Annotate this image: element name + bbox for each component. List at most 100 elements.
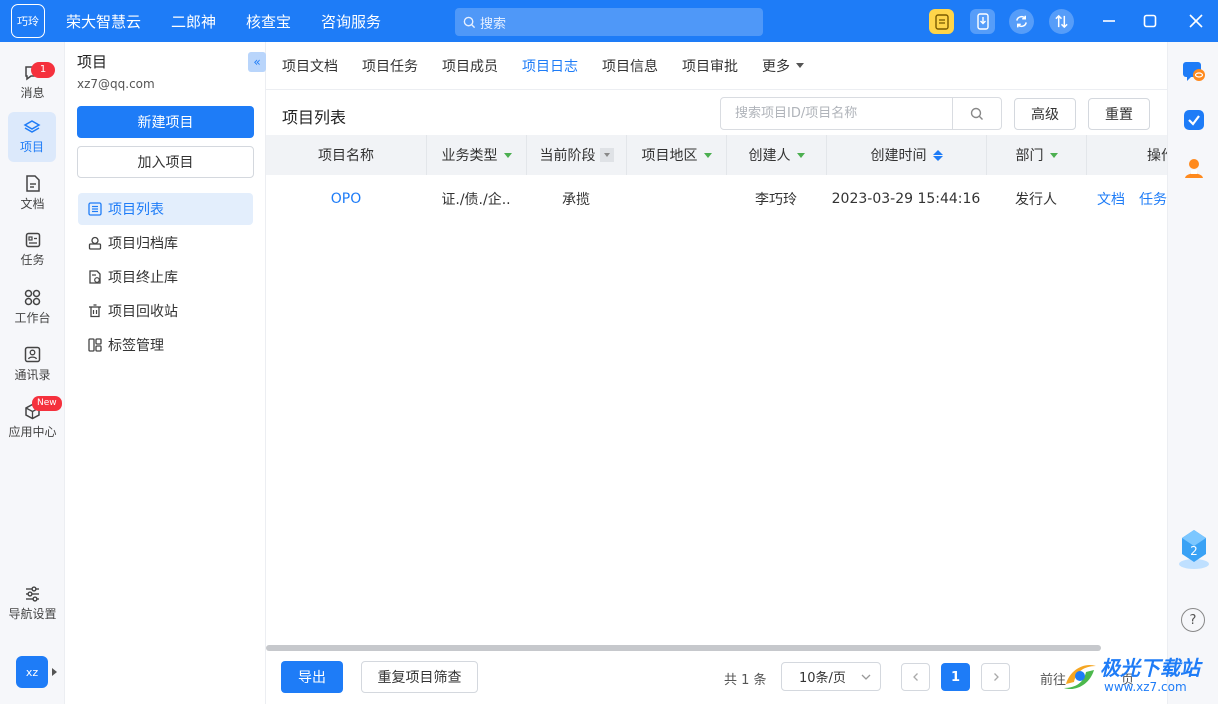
chevron-left-icon	[912, 673, 918, 681]
menu-item-recycle-bin[interactable]: 项目回收站	[78, 295, 253, 327]
menu-label-archive: 项目归档库	[108, 236, 178, 252]
tab-project-docs[interactable]: 项目文档	[282, 56, 338, 76]
total-count: 共 1 条	[724, 673, 767, 688]
col-label: 操作	[1147, 148, 1167, 164]
rail-item-app-center[interactable]: 应用中心 New	[0, 396, 65, 446]
col-department[interactable]: 部门	[986, 135, 1086, 175]
tab-project-approval[interactable]: 项目审批	[682, 56, 738, 76]
maximize-icon[interactable]	[1140, 11, 1160, 31]
project-search-field[interactable]: 搜索项目ID/项目名称	[720, 97, 1002, 130]
search-icon	[970, 107, 983, 120]
menu-item-project-list[interactable]: 项目列表	[78, 193, 253, 225]
cell-creator: 李巧玲	[755, 192, 797, 208]
rail-item-messages[interactable]: 消息 1	[0, 58, 65, 108]
col-business-type[interactable]: 业务类型	[426, 135, 526, 175]
prev-page-button[interactable]	[901, 663, 930, 691]
rail-label-contacts: 通讯录	[14, 367, 51, 382]
rail-item-documents[interactable]: 文档	[0, 168, 65, 218]
panel-title: 项目	[77, 53, 108, 71]
filter-icon[interactable]	[503, 152, 512, 158]
mobile-download-icon[interactable]	[970, 9, 995, 34]
tab-project-tasks[interactable]: 项目任务	[362, 56, 418, 76]
rail-label-nav-settings: 导航设置	[8, 606, 57, 621]
col-creator[interactable]: 创建人	[726, 135, 826, 175]
global-search-input[interactable]: 搜索	[455, 8, 763, 36]
col-current-stage[interactable]: 当前阶段	[526, 135, 626, 175]
shield-check-icon[interactable]	[1182, 108, 1206, 132]
duplicate-check-button[interactable]: 重复项目筛查	[361, 661, 478, 693]
filter-icon[interactable]	[1049, 152, 1058, 158]
list-title: 项目列表	[282, 108, 347, 127]
col-label: 部门	[1015, 148, 1044, 164]
rail-label-tasks: 任务	[20, 253, 45, 267]
horizontal-scrollbar[interactable]	[266, 645, 1101, 651]
help-icon[interactable]: ?	[1181, 608, 1205, 632]
export-button[interactable]: 导出	[281, 661, 343, 693]
filter-icon[interactable]	[703, 152, 712, 158]
cell-current-stage: 承揽	[562, 192, 590, 208]
cell-region	[626, 175, 726, 223]
filter-icon[interactable]	[599, 148, 614, 162]
col-region[interactable]: 项目地区	[626, 135, 726, 175]
menu-item-archive[interactable]: 项目归档库	[78, 227, 253, 259]
transfer-icon[interactable]	[1049, 9, 1074, 34]
current-page[interactable]: 1	[941, 663, 970, 691]
table-footer: 导出 重复项目筛查 共 1 条 10条/页 1 前往 页	[266, 654, 1167, 704]
new-project-button[interactable]: 新建项目	[77, 106, 254, 138]
rail-item-projects[interactable]: 项目	[8, 112, 56, 162]
contact-person-icon[interactable]	[1182, 156, 1206, 180]
tab-more[interactable]: 更多	[762, 56, 804, 76]
advanced-search-button[interactable]: 高级	[1014, 98, 1076, 130]
action-tasks-link[interactable]: 任务	[1139, 189, 1167, 209]
watermark-title: 极光下载站	[1100, 656, 1200, 680]
rail-item-contacts[interactable]: 通讯录	[0, 339, 65, 389]
menu-item-terminated[interactable]: 项目终止库	[78, 261, 253, 293]
topnav-item-erlangshen[interactable]: 二郎神	[171, 11, 216, 32]
task-icon	[25, 232, 40, 248]
chat-video-icon[interactable]	[1182, 60, 1206, 84]
app-logo[interactable]: 巧玲	[11, 4, 45, 38]
join-project-button[interactable]: 加入项目	[77, 146, 254, 178]
grid-icon	[24, 289, 41, 305]
collapse-panel-icon[interactable]: «	[248, 52, 266, 72]
cell-business-type: 证./债./企..	[441, 192, 511, 208]
menu-label-project-list: 项目列表	[108, 202, 164, 218]
sync-icon[interactable]	[1009, 9, 1034, 34]
tab-project-members[interactable]: 项目成员	[442, 56, 498, 76]
terminated-doc-icon	[89, 270, 101, 284]
assistant-mascot-icon[interactable]: 2	[1176, 528, 1212, 572]
col-created-time[interactable]: 创建时间	[826, 135, 986, 175]
filter-icon[interactable]	[796, 152, 805, 158]
rail-item-tasks[interactable]: 任务	[0, 225, 65, 275]
avatar[interactable]: xz	[16, 656, 48, 688]
topnav-item-consulting[interactable]: 咨询服务	[321, 11, 381, 32]
main-content: 项目文档 项目任务 项目成员 项目日志 项目信息 项目审批 更多 项目列表 搜索…	[266, 42, 1167, 704]
sort-icon[interactable]	[932, 149, 943, 161]
icon-rail: 消息 1 项目 文档 任务 工作台 通讯录 应用中心 New 导航设置 xz	[0, 42, 65, 704]
rail-item-workbench[interactable]: 工作台	[0, 282, 65, 332]
menu-item-tag-management[interactable]: 标签管理	[78, 329, 253, 361]
sliders-icon	[26, 585, 39, 602]
table-row: OPO 证./债./企.. 承揽 李巧玲 2023-03-29 15:44:16…	[266, 175, 1167, 223]
next-page-button[interactable]	[981, 663, 1010, 691]
rail-item-nav-settings[interactable]: 导航设置	[0, 578, 65, 628]
right-rail: 2 ?	[1167, 42, 1218, 704]
reset-button[interactable]: 重置	[1088, 98, 1150, 130]
project-search-button[interactable]	[952, 98, 1001, 129]
menu-label-terminated: 项目终止库	[108, 270, 178, 286]
cell-department: 发行人	[1015, 192, 1057, 208]
cell-project-name[interactable]: OPO	[266, 175, 426, 223]
topnav-item-hechabao[interactable]: 核查宝	[246, 11, 291, 32]
action-docs-link[interactable]: 文档	[1097, 189, 1125, 209]
top-nav: 荣大智慧云 二郎神 核查宝 咨询服务	[66, 0, 411, 42]
notes-icon[interactable]	[929, 9, 954, 34]
close-icon[interactable]	[1186, 11, 1206, 31]
col-label: 创建时间	[870, 148, 927, 164]
caret-right-icon[interactable]	[52, 668, 57, 676]
tab-project-log[interactable]: 项目日志	[522, 56, 578, 76]
topnav-item-rongda[interactable]: 荣大智慧云	[66, 11, 141, 32]
search-icon	[463, 16, 476, 28]
minimize-icon[interactable]	[1099, 11, 1119, 31]
tab-project-info[interactable]: 项目信息	[602, 56, 658, 76]
page-size-select[interactable]: 10条/页	[781, 662, 881, 691]
